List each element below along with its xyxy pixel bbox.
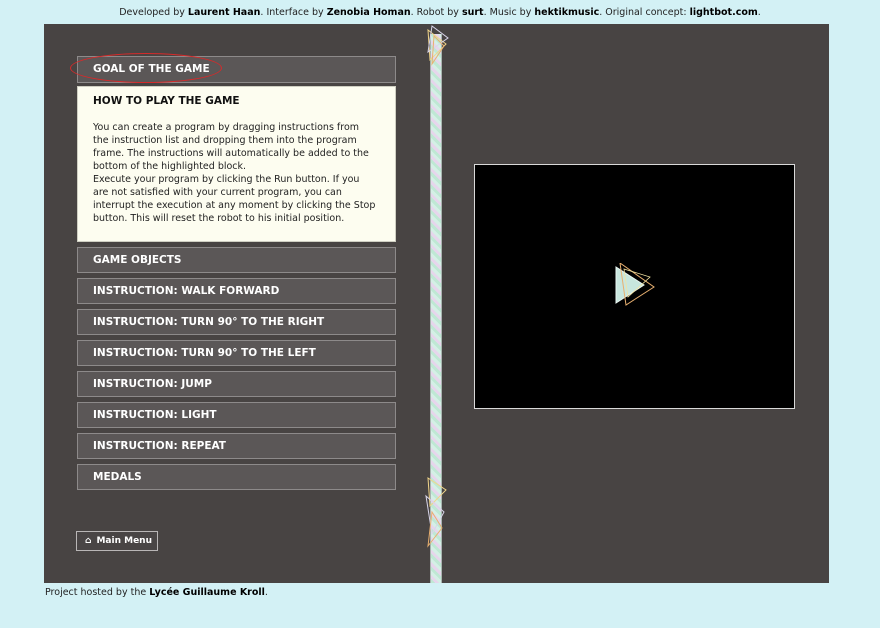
instructions-line: bottom of the highlighted block. — [93, 161, 247, 172]
music-author: hektikmusic — [534, 7, 600, 18]
section-turn-left[interactable]: INSTRUCTION: TURN 90° TO THE LEFT — [77, 340, 396, 366]
instructions-line: button. This will reset the robot to his… — [93, 213, 345, 224]
credits-text: . Music by — [483, 7, 532, 18]
footer-text: Project hosted by the — [45, 587, 147, 598]
home-icon: ⌂ — [85, 536, 92, 546]
credits-text: . Original concept: — [599, 7, 687, 18]
credits-line: Developed by Laurent Haan. Interface by … — [0, 7, 880, 18]
section-repeat[interactable]: INSTRUCTION: REPEAT — [77, 433, 396, 459]
credits-text: . Interface by — [260, 7, 324, 18]
robot-author: surt — [461, 7, 484, 18]
section-title: HOW TO PLAY THE GAME — [93, 95, 240, 107]
instructions-line: are not satisfied with your current prog… — [93, 187, 342, 198]
footer-line: Project hosted by the Lycée Guillaume Kr… — [45, 587, 268, 598]
credits-text: Developed by — [119, 7, 185, 18]
main-menu-label: Main Menu — [96, 536, 152, 546]
game-canvas[interactable] — [474, 164, 795, 409]
instructions-line: interrupt the execution at any moment by… — [93, 200, 376, 211]
section-game-objects[interactable]: GAME OBJECTS — [77, 247, 396, 273]
section-turn-right[interactable]: INSTRUCTION: TURN 90° TO THE RIGHT — [77, 309, 396, 335]
instructions-line: You can create a program by dragging ins… — [93, 122, 360, 133]
section-light[interactable]: INSTRUCTION: LIGHT — [77, 402, 396, 428]
section-goal-of-the-game[interactable]: GOAL OF THE GAME — [70, 53, 396, 83]
sparkle-decoration-bottom — [425, 477, 447, 548]
sparkle-decoration-top — [427, 25, 449, 66]
main-menu-button[interactable]: ⌂ Main Menu — [76, 531, 158, 551]
section-jump[interactable]: INSTRUCTION: JUMP — [77, 371, 396, 397]
help-accordion: GOAL OF THE GAME HOW TO PLAY THE GAME Yo… — [70, 53, 396, 495]
concept-link[interactable]: lightbot.com — [690, 7, 758, 18]
host-name[interactable]: Lycée Guillaume Kroll — [149, 587, 265, 598]
section-walk-forward[interactable]: INSTRUCTION: WALK FORWARD — [77, 278, 396, 304]
section-label: GOAL OF THE GAME — [93, 63, 210, 75]
instructions-line: Execute your program by clicking the Run… — [93, 174, 360, 185]
credits-text: . — [757, 7, 761, 18]
section-how-to-play[interactable]: HOW TO PLAY THE GAME You can create a pr… — [77, 86, 396, 242]
robot-sprite-icon — [615, 263, 655, 306]
footer-text: . — [264, 587, 268, 598]
developer-name: Laurent Haan — [187, 7, 261, 18]
game-panel: GOAL OF THE GAME HOW TO PLAY THE GAME Yo… — [44, 24, 829, 583]
interface-author: Zenobia Homan — [326, 7, 411, 18]
credits-text: . Robot by — [410, 7, 459, 18]
instructions-line: the instruction list and dropping them i… — [93, 135, 357, 146]
section-medals[interactable]: MEDALS — [77, 464, 396, 490]
instructions-line: frame. The instructions will automatical… — [93, 148, 369, 159]
